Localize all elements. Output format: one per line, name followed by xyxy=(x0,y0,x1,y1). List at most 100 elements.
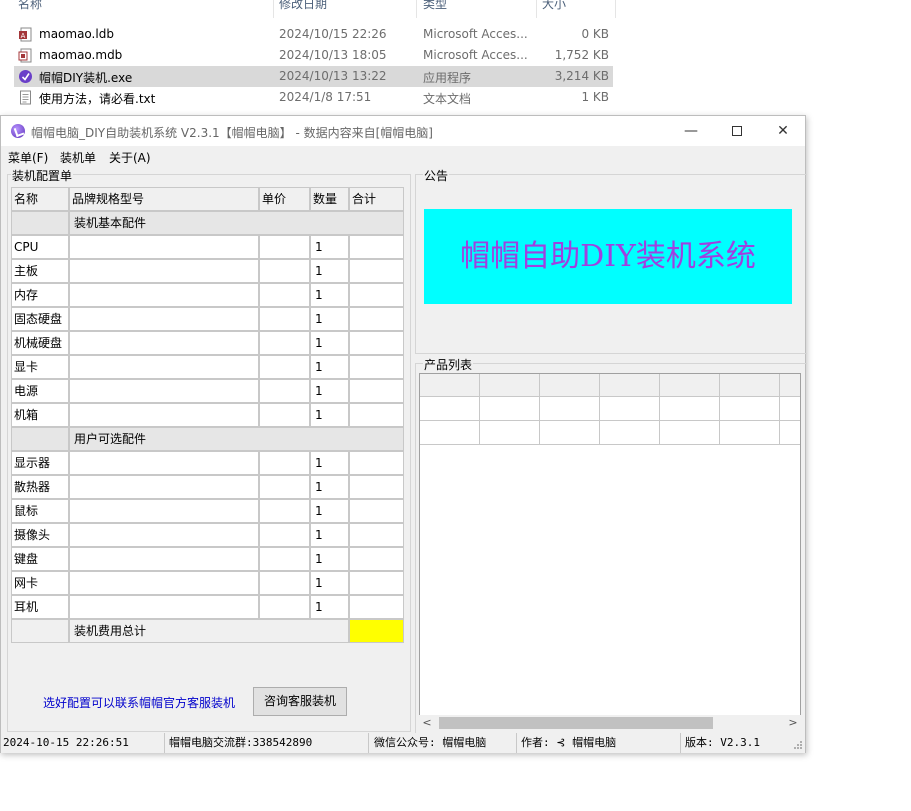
status-version: 版本: V2.3.1 xyxy=(685,736,760,749)
menu-about[interactable]: 关于(A) xyxy=(109,149,151,166)
column-size[interactable]: 大小 xyxy=(542,0,566,12)
grid-cell[interactable] xyxy=(720,397,780,421)
grid-cell[interactable] xyxy=(540,397,600,421)
file-row[interactable]: A maomao.ldb 2024/10/15 22:26 Microsoft … xyxy=(14,24,613,45)
part-name: 显卡 xyxy=(11,355,69,379)
spec-input[interactable] xyxy=(69,499,259,523)
column-date[interactable]: 修改日期 xyxy=(279,0,327,12)
price-input[interactable] xyxy=(259,547,310,571)
menu-build-list[interactable]: 装机单 xyxy=(60,149,96,166)
grid-cell[interactable] xyxy=(540,421,600,445)
spec-input[interactable] xyxy=(69,403,259,427)
file-row-selected[interactable]: 帽帽DIY装机.exe 2024/10/13 13:22 应用程序 3,214 … xyxy=(14,66,613,87)
svg-text:A: A xyxy=(21,33,26,40)
price-input[interactable] xyxy=(259,283,310,307)
grid-cell[interactable] xyxy=(600,397,660,421)
qty-input[interactable]: 1 xyxy=(310,571,349,595)
grid-cell[interactable] xyxy=(480,421,540,445)
price-input[interactable] xyxy=(259,595,310,619)
column-separator[interactable] xyxy=(536,0,537,18)
qty-input[interactable]: 1 xyxy=(310,355,349,379)
consult-service-button[interactable]: 咨询客服装机 xyxy=(253,687,347,716)
qty-input[interactable]: 1 xyxy=(310,499,349,523)
price-input[interactable] xyxy=(259,307,310,331)
grid-cell[interactable] xyxy=(480,397,540,421)
price-input[interactable] xyxy=(259,499,310,523)
qty-input[interactable]: 1 xyxy=(310,475,349,499)
spec-input[interactable] xyxy=(69,259,259,283)
qty-input[interactable]: 1 xyxy=(310,547,349,571)
price-input[interactable] xyxy=(259,475,310,499)
total-cell xyxy=(349,523,404,547)
qty-input[interactable]: 1 xyxy=(310,403,349,427)
menu-file[interactable]: 菜单(F) xyxy=(8,149,48,166)
price-input[interactable] xyxy=(259,355,310,379)
file-row[interactable]: maomao.mdb 2024/10/13 18:05 Microsoft Ac… xyxy=(14,45,613,66)
price-input[interactable] xyxy=(259,451,310,475)
title-bar[interactable]: 帽帽电脑_DIY自助装机系统 V2.3.1【帽帽电脑】 - 数据内容来自[帽帽电… xyxy=(1,116,805,146)
qty-input[interactable]: 1 xyxy=(310,259,349,283)
price-input[interactable] xyxy=(259,259,310,283)
price-input[interactable] xyxy=(259,331,310,355)
grid-cell[interactable] xyxy=(660,421,720,445)
file-date: 2024/10/15 22:26 xyxy=(279,27,387,41)
price-input[interactable] xyxy=(259,571,310,595)
qty-input[interactable]: 1 xyxy=(310,283,349,307)
qty-input[interactable]: 1 xyxy=(310,451,349,475)
product-horizontal-scrollbar[interactable]: < > xyxy=(419,715,801,731)
spec-input[interactable] xyxy=(69,571,259,595)
total-cell xyxy=(349,259,404,283)
spec-input[interactable] xyxy=(69,379,259,403)
price-input[interactable] xyxy=(259,403,310,427)
qty-input[interactable]: 1 xyxy=(310,379,349,403)
qty-input[interactable]: 1 xyxy=(310,523,349,547)
grid-cell[interactable] xyxy=(720,421,780,445)
maximize-icon xyxy=(732,126,742,136)
grid-cell[interactable] xyxy=(780,397,800,421)
config-row: 耳机 1 xyxy=(11,595,404,619)
close-button[interactable]: ✕ xyxy=(761,120,805,142)
config-row: 键盘 1 xyxy=(11,547,404,571)
config-header-row: 名称 品牌规格型号 单价 数量 合计 xyxy=(11,187,404,211)
header-price: 单价 xyxy=(259,187,310,211)
column-separator[interactable] xyxy=(416,0,417,18)
spec-input[interactable] xyxy=(69,235,259,259)
total-cell xyxy=(349,475,404,499)
price-input[interactable] xyxy=(259,235,310,259)
grid-cell[interactable] xyxy=(660,397,720,421)
qty-input[interactable]: 1 xyxy=(310,595,349,619)
grid-cell[interactable] xyxy=(420,421,480,445)
grid-cell[interactable] xyxy=(600,421,660,445)
scroll-left-arrow-icon[interactable]: < xyxy=(419,715,435,731)
product-grid[interactable] xyxy=(419,373,801,731)
column-separator[interactable] xyxy=(615,0,616,18)
part-name: 摄像头 xyxy=(11,523,69,547)
spec-input[interactable] xyxy=(69,475,259,499)
spec-input[interactable] xyxy=(69,595,259,619)
price-input[interactable] xyxy=(259,379,310,403)
price-input[interactable] xyxy=(259,523,310,547)
spec-input[interactable] xyxy=(69,523,259,547)
grid-cell[interactable] xyxy=(780,421,800,445)
spec-input[interactable] xyxy=(69,547,259,571)
qty-input[interactable]: 1 xyxy=(310,307,349,331)
resize-grip-icon[interactable] xyxy=(793,740,803,750)
maximize-button[interactable] xyxy=(715,120,759,142)
spec-input[interactable] xyxy=(69,283,259,307)
config-row: 网卡 1 xyxy=(11,571,404,595)
qty-input[interactable]: 1 xyxy=(310,331,349,355)
file-row[interactable]: 使用方法，请必看.txt 2024/1/8 17:51 文本文档 1 KB xyxy=(14,87,613,108)
spec-input[interactable] xyxy=(69,307,259,331)
column-separator[interactable] xyxy=(273,0,274,18)
spec-input[interactable] xyxy=(69,355,259,379)
column-type[interactable]: 类型 xyxy=(423,0,447,12)
qty-input[interactable]: 1 xyxy=(310,235,349,259)
minimize-button[interactable]: — xyxy=(669,120,713,142)
file-name: 使用方法，请必看.txt xyxy=(39,92,156,106)
spec-input[interactable] xyxy=(69,451,259,475)
column-name[interactable]: 名称 xyxy=(18,0,42,12)
scroll-thumb[interactable] xyxy=(439,717,713,729)
spec-input[interactable] xyxy=(69,331,259,355)
grid-cell[interactable] xyxy=(420,397,480,421)
scroll-right-arrow-icon[interactable]: > xyxy=(785,715,801,731)
